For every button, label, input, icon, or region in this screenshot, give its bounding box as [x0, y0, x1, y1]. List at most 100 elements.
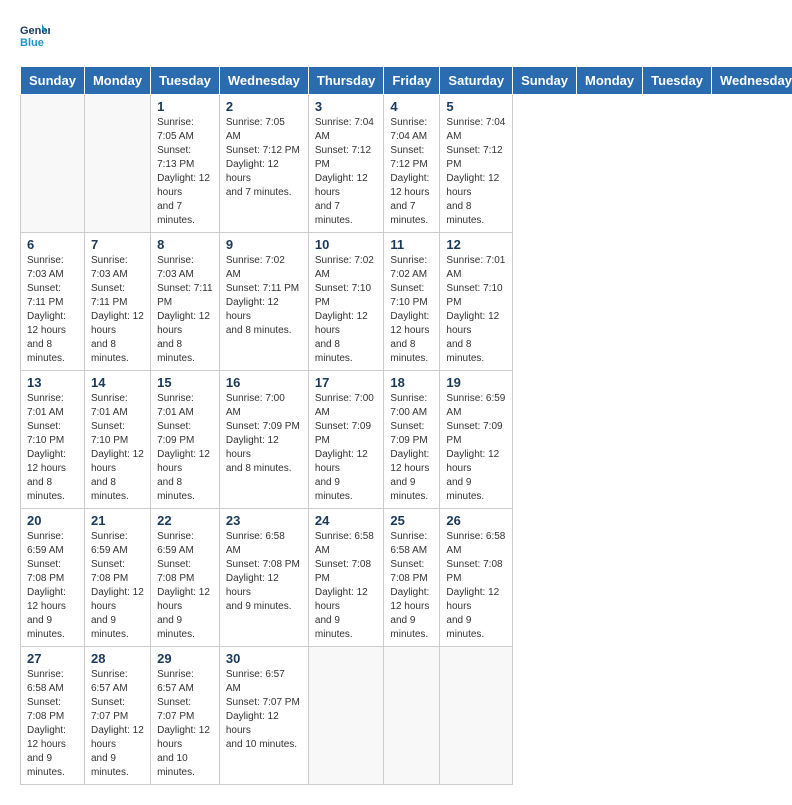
day-number: 18	[390, 375, 433, 390]
day-cell: 20 Sunrise: 6:59 AM Sunset: 7:08 PM Dayli…	[21, 509, 85, 647]
day-cell: 12 Sunrise: 7:01 AM Sunset: 7:10 PM Dayli…	[440, 233, 513, 371]
day-number: 20	[27, 513, 78, 528]
day-number: 11	[390, 237, 433, 252]
week-row-1: 1Sunrise: 7:05 AM Sunset: 7:13 PM Daylig…	[21, 95, 792, 233]
day-cell: 17 Sunrise: 7:00 AM Sunset: 7:09 PM Dayli…	[308, 371, 384, 509]
day-info: Sunrise: 7:03 AM Sunset: 7:11 PM Dayligh…	[27, 254, 78, 366]
day-cell: 23 Sunrise: 6:58 AM Sunset: 7:08 PM Dayli…	[219, 509, 308, 647]
week-row-2: 6 Sunrise: 7:03 AM Sunset: 7:11 PM Daylig…	[21, 233, 792, 371]
day-info: Sunrise: 6:58 AM Sunset: 7:08 PM Dayligh…	[390, 530, 433, 642]
col-header-tuesday: Tuesday	[151, 67, 220, 95]
day-number: 26	[446, 513, 506, 528]
day-number: 27	[27, 651, 78, 666]
day-number: 16	[226, 375, 302, 390]
day-number: 7	[91, 237, 144, 252]
day-info: Sunrise: 6:58 AM Sunset: 7:08 PM Dayligh…	[226, 530, 302, 614]
day-number: 12	[446, 237, 506, 252]
day-info: Sunrise: 7:03 AM Sunset: 7:11 PM Dayligh…	[157, 254, 213, 366]
day-info: Sunrise: 6:59 AM Sunset: 7:08 PM Dayligh…	[27, 530, 78, 642]
day-cell: 27 Sunrise: 6:58 AM Sunset: 7:08 PM Dayli…	[21, 647, 85, 785]
day-cell: 30 Sunrise: 6:57 AM Sunset: 7:07 PM Dayli…	[219, 647, 308, 785]
day-cell: 14 Sunrise: 7:01 AM Sunset: 7:10 PM Dayli…	[84, 371, 150, 509]
day-cell	[21, 95, 85, 233]
day-info: Sunrise: 6:57 AM Sunset: 7:07 PM Dayligh…	[226, 668, 302, 752]
day-cell: 26 Sunrise: 6:58 AM Sunset: 7:08 PM Dayli…	[440, 509, 513, 647]
day-number: 25	[390, 513, 433, 528]
day-info: Sunrise: 7:01 AM Sunset: 7:10 PM Dayligh…	[446, 254, 506, 366]
day-cell: 8 Sunrise: 7:03 AM Sunset: 7:11 PM Daylig…	[151, 233, 220, 371]
day-cell: 7 Sunrise: 7:03 AM Sunset: 7:11 PM Daylig…	[84, 233, 150, 371]
day-number: 14	[91, 375, 144, 390]
day-info: Sunrise: 7:05 AM Sunset: 7:13 PM Dayligh…	[157, 116, 213, 228]
day-info: Sunrise: 7:01 AM Sunset: 7:10 PM Dayligh…	[27, 392, 78, 504]
day-cell: 19Sunrise: 6:59 AM Sunset: 7:09 PM Dayli…	[440, 371, 513, 509]
day-cell: 29Sunrise: 6:57 AM Sunset: 7:07 PM Dayli…	[151, 647, 220, 785]
col-header-sunday: Sunday	[513, 67, 577, 95]
day-cell	[84, 95, 150, 233]
day-cell: 15 Sunrise: 7:01 AM Sunset: 7:09 PM Dayli…	[151, 371, 220, 509]
day-info: Sunrise: 7:00 AM Sunset: 7:09 PM Dayligh…	[315, 392, 378, 504]
day-cell	[440, 647, 513, 785]
svg-text:Blue: Blue	[20, 37, 44, 49]
col-header-tuesday: Tuesday	[643, 67, 712, 95]
col-header-wednesday: Wednesday	[219, 67, 308, 95]
day-cell: 9 Sunrise: 7:02 AM Sunset: 7:11 PM Daylig…	[219, 233, 308, 371]
day-info: Sunrise: 6:58 AM Sunset: 7:08 PM Dayligh…	[315, 530, 378, 642]
day-cell: 24 Sunrise: 6:58 AM Sunset: 7:08 PM Dayli…	[308, 509, 384, 647]
day-number: 5	[446, 99, 506, 114]
day-info: Sunrise: 6:58 AM Sunset: 7:08 PM Dayligh…	[446, 530, 506, 642]
day-cell: 5Sunrise: 7:04 AM Sunset: 7:12 PM Daylig…	[440, 95, 513, 233]
day-cell: 25 Sunrise: 6:58 AM Sunset: 7:08 PM Dayli…	[384, 509, 440, 647]
day-cell: 11 Sunrise: 7:02 AM Sunset: 7:10 PM Dayli…	[384, 233, 440, 371]
day-number: 21	[91, 513, 144, 528]
day-info: Sunrise: 7:05 AM Sunset: 7:12 PM Dayligh…	[226, 116, 302, 200]
day-cell: 13 Sunrise: 7:01 AM Sunset: 7:10 PM Dayli…	[21, 371, 85, 509]
week-row-5: 27 Sunrise: 6:58 AM Sunset: 7:08 PM Dayli…	[21, 647, 792, 785]
col-header-monday: Monday	[577, 67, 643, 95]
day-cell: 2Sunrise: 7:05 AM Sunset: 7:12 PM Daylig…	[219, 95, 308, 233]
day-cell	[384, 647, 440, 785]
day-number: 4	[390, 99, 433, 114]
day-number: 9	[226, 237, 302, 252]
day-cell: 22 Sunrise: 6:59 AM Sunset: 7:08 PM Dayli…	[151, 509, 220, 647]
day-cell: 3Sunrise: 7:04 AM Sunset: 7:12 PM Daylig…	[308, 95, 384, 233]
day-info: Sunrise: 7:00 AM Sunset: 7:09 PM Dayligh…	[390, 392, 433, 504]
header-row: SundayMondayTuesdayWednesdayThursdayFrid…	[21, 67, 792, 95]
calendar-table: SundayMondayTuesdayWednesdayThursdayFrid…	[20, 66, 792, 785]
day-info: Sunrise: 7:03 AM Sunset: 7:11 PM Dayligh…	[91, 254, 144, 366]
day-cell	[308, 647, 384, 785]
day-cell: 21Sunrise: 6:59 AM Sunset: 7:08 PM Dayli…	[84, 509, 150, 647]
day-number: 13	[27, 375, 78, 390]
day-number: 23	[226, 513, 302, 528]
day-number: 24	[315, 513, 378, 528]
day-number: 10	[315, 237, 378, 252]
day-info: Sunrise: 7:01 AM Sunset: 7:09 PM Dayligh…	[157, 392, 213, 504]
day-cell: 18 Sunrise: 7:00 AM Sunset: 7:09 PM Dayli…	[384, 371, 440, 509]
day-info: Sunrise: 7:02 AM Sunset: 7:10 PM Dayligh…	[390, 254, 433, 366]
day-number: 17	[315, 375, 378, 390]
day-info: Sunrise: 7:00 AM Sunset: 7:09 PM Dayligh…	[226, 392, 302, 476]
day-number: 30	[226, 651, 302, 666]
week-row-3: 13 Sunrise: 7:01 AM Sunset: 7:10 PM Dayli…	[21, 371, 792, 509]
day-number: 22	[157, 513, 213, 528]
day-cell: 1Sunrise: 7:05 AM Sunset: 7:13 PM Daylig…	[151, 95, 220, 233]
week-row-4: 20 Sunrise: 6:59 AM Sunset: 7:08 PM Dayli…	[21, 509, 792, 647]
day-cell: 10Sunrise: 7:02 AM Sunset: 7:10 PM Dayli…	[308, 233, 384, 371]
day-info: Sunrise: 7:01 AM Sunset: 7:10 PM Dayligh…	[91, 392, 144, 504]
day-number: 29	[157, 651, 213, 666]
day-cell: 16 Sunrise: 7:00 AM Sunset: 7:09 PM Dayli…	[219, 371, 308, 509]
day-info: Sunrise: 6:59 AM Sunset: 7:09 PM Dayligh…	[446, 392, 506, 504]
day-number: 8	[157, 237, 213, 252]
day-info: Sunrise: 7:04 AM Sunset: 7:12 PM Dayligh…	[390, 116, 433, 228]
day-number: 15	[157, 375, 213, 390]
col-header-saturday: Saturday	[440, 67, 513, 95]
day-info: Sunrise: 7:04 AM Sunset: 7:12 PM Dayligh…	[315, 116, 378, 228]
day-info: Sunrise: 6:59 AM Sunset: 7:08 PM Dayligh…	[157, 530, 213, 642]
col-header-thursday: Thursday	[308, 67, 384, 95]
day-cell: 28Sunrise: 6:57 AM Sunset: 7:07 PM Dayli…	[84, 647, 150, 785]
day-info: Sunrise: 7:02 AM Sunset: 7:11 PM Dayligh…	[226, 254, 302, 338]
col-header-sunday: Sunday	[21, 67, 85, 95]
day-number: 28	[91, 651, 144, 666]
day-number: 6	[27, 237, 78, 252]
day-info: Sunrise: 6:58 AM Sunset: 7:08 PM Dayligh…	[27, 668, 78, 780]
